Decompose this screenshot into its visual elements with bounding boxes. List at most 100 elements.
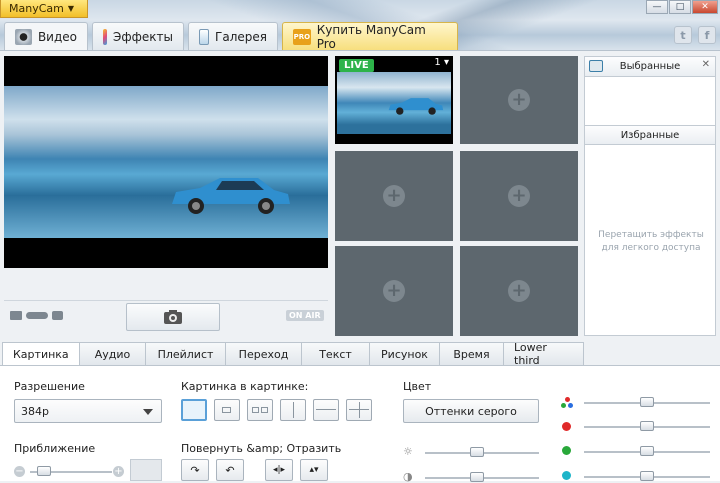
resolution-select[interactable]: 384p — [14, 399, 162, 423]
zoom-label: Приближение — [14, 442, 96, 455]
settings-panel — [0, 365, 720, 481]
pip-small-button[interactable] — [214, 399, 240, 421]
tab-text[interactable]: Текст — [302, 342, 370, 366]
tab-video-label: Видео — [37, 30, 77, 44]
tab-effects-label: Эффекты — [113, 29, 173, 44]
source-slot-3[interactable]: + — [335, 151, 453, 241]
preview-image — [4, 86, 328, 238]
pip-double-button[interactable] — [247, 399, 273, 421]
close-icon[interactable]: ✕ — [702, 59, 710, 70]
pip-split-vertical-button[interactable] — [280, 399, 306, 421]
source-slot-4[interactable]: + — [460, 151, 578, 241]
source-slot-6[interactable]: + — [460, 246, 578, 336]
green-slider-thumb[interactable] — [640, 446, 654, 456]
source-slot-live[interactable]: LIVE 1 ▾ — [335, 56, 453, 144]
pip-label: Картинка в картинке: — [181, 380, 309, 393]
contrast-slider[interactable] — [425, 472, 539, 482]
close-button[interactable]: ✕ — [692, 0, 718, 14]
grayscale-button[interactable]: Оттенки серого — [403, 399, 539, 423]
blue-channel-icon — [562, 471, 571, 480]
contrast-icon: ◑ — [403, 470, 413, 483]
favorites-header: Выбранные ✕ — [585, 57, 715, 77]
resolution-label: Разрешение — [14, 380, 85, 393]
rotate-right-button[interactable]: ↷ — [181, 459, 209, 481]
zoom-out-icon[interactable]: − — [14, 466, 25, 477]
app-menu-button[interactable]: ManyCam ▼ — [0, 0, 88, 18]
red-slider-thumb[interactable] — [640, 421, 654, 431]
source-icons — [10, 311, 63, 320]
tab-playlist[interactable]: Плейлист — [146, 342, 226, 366]
zoom-slider[interactable] — [30, 466, 112, 476]
eye-icon[interactable] — [589, 60, 603, 72]
red-channel-icon — [562, 422, 571, 431]
tab-picture[interactable]: Картинка — [2, 342, 80, 366]
rotate-left-button[interactable]: ↶ — [216, 459, 244, 481]
facebook-icon[interactable]: f — [698, 26, 716, 44]
live-number-dropdown[interactable]: 1 ▾ — [434, 57, 449, 68]
toggle-icon[interactable] — [26, 312, 48, 319]
zoom-in-icon[interactable]: + — [113, 466, 124, 477]
rotate-label: Повернуть &amp; Отразить — [181, 442, 342, 455]
flip-vertical-icon: ▴▾ — [309, 465, 319, 475]
color-label: Цвет — [403, 380, 432, 393]
rotate-left-icon: ↶ — [225, 463, 235, 477]
add-icon: + — [508, 280, 530, 302]
add-icon: + — [508, 89, 530, 111]
source-slot-2[interactable]: + — [460, 56, 578, 144]
flip-horizontal-button[interactable]: ◂|▸ — [265, 459, 293, 481]
live-thumbnail — [337, 72, 451, 134]
rotate-right-icon: ↷ — [190, 463, 200, 477]
pip-none-button[interactable] — [181, 399, 207, 421]
zoom-slider-thumb[interactable] — [37, 466, 51, 476]
brightness-slider-thumb[interactable] — [470, 447, 484, 457]
flip-vertical-button[interactable]: ▴▾ — [300, 459, 328, 481]
blue-slider[interactable] — [584, 471, 710, 481]
tab-buy-pro-label: Купить ManyCam Pro — [316, 22, 426, 51]
add-icon: + — [383, 280, 405, 302]
tab-audio[interactable]: Аудио — [80, 342, 146, 366]
blue-slider-thumb[interactable] — [640, 471, 654, 481]
favorites-panel: Выбранные ✕ Избранные Перетащить эффекты… — [584, 56, 716, 336]
tab-effects[interactable]: Эффекты — [92, 22, 184, 50]
pip-quad-button[interactable] — [346, 399, 372, 421]
settings-tabs: Картинка Аудио Плейлист Переход Текст Ри… — [2, 341, 584, 367]
pro-icon: PRO — [293, 28, 311, 45]
maximize-button[interactable]: □ — [669, 0, 691, 14]
minimize-button[interactable]: — — [646, 0, 668, 14]
rgb-slider-thumb[interactable] — [640, 397, 654, 407]
tab-time[interactable]: Время — [440, 342, 504, 366]
tab-video[interactable]: Видео — [4, 22, 88, 50]
tab-transition[interactable]: Переход — [226, 342, 302, 366]
effects-icon — [103, 28, 107, 45]
chevron-down-icon: ▼ — [67, 4, 75, 13]
app-menu-label: ManyCam — [9, 2, 64, 15]
green-channel-icon — [562, 446, 571, 455]
live-badge: LIVE — [339, 59, 374, 72]
webcam-icon — [15, 29, 32, 45]
brightness-slider[interactable] — [425, 447, 539, 457]
add-icon: + — [383, 185, 405, 207]
green-slider[interactable] — [584, 446, 710, 456]
twitter-icon[interactable]: t — [674, 26, 692, 44]
snapshot-button[interactable] — [126, 303, 220, 331]
title-bar: ManyCam ▼ — □ ✕ t f Видео Эффекты Галере… — [0, 0, 720, 50]
pip-split-horizontal-button[interactable] — [313, 399, 339, 421]
add-icon: + — [508, 185, 530, 207]
video-camera-icon[interactable] — [10, 311, 22, 320]
rgb-icon — [561, 397, 573, 409]
tab-lower-third[interactable]: Lower third — [504, 341, 584, 367]
camera-icon — [164, 310, 182, 324]
on-air-indicator: ON AIR — [286, 310, 324, 321]
tab-gallery[interactable]: Галерея — [188, 22, 278, 50]
photo-camera-icon[interactable] — [52, 311, 63, 320]
gallery-icon — [199, 28, 210, 45]
chevron-down-icon — [143, 409, 153, 415]
brightness-icon: ☼ — [403, 445, 413, 458]
source-slot-5[interactable]: + — [335, 246, 453, 336]
red-slider[interactable] — [584, 421, 710, 431]
rgb-slider[interactable] — [584, 397, 710, 407]
tab-buy-pro[interactable]: PRO Купить ManyCam Pro — [282, 22, 458, 50]
tab-gallery-label: Галерея — [215, 29, 267, 44]
tab-drawing[interactable]: Рисунок — [370, 342, 440, 366]
favorites-title: Избранные — [585, 125, 715, 145]
